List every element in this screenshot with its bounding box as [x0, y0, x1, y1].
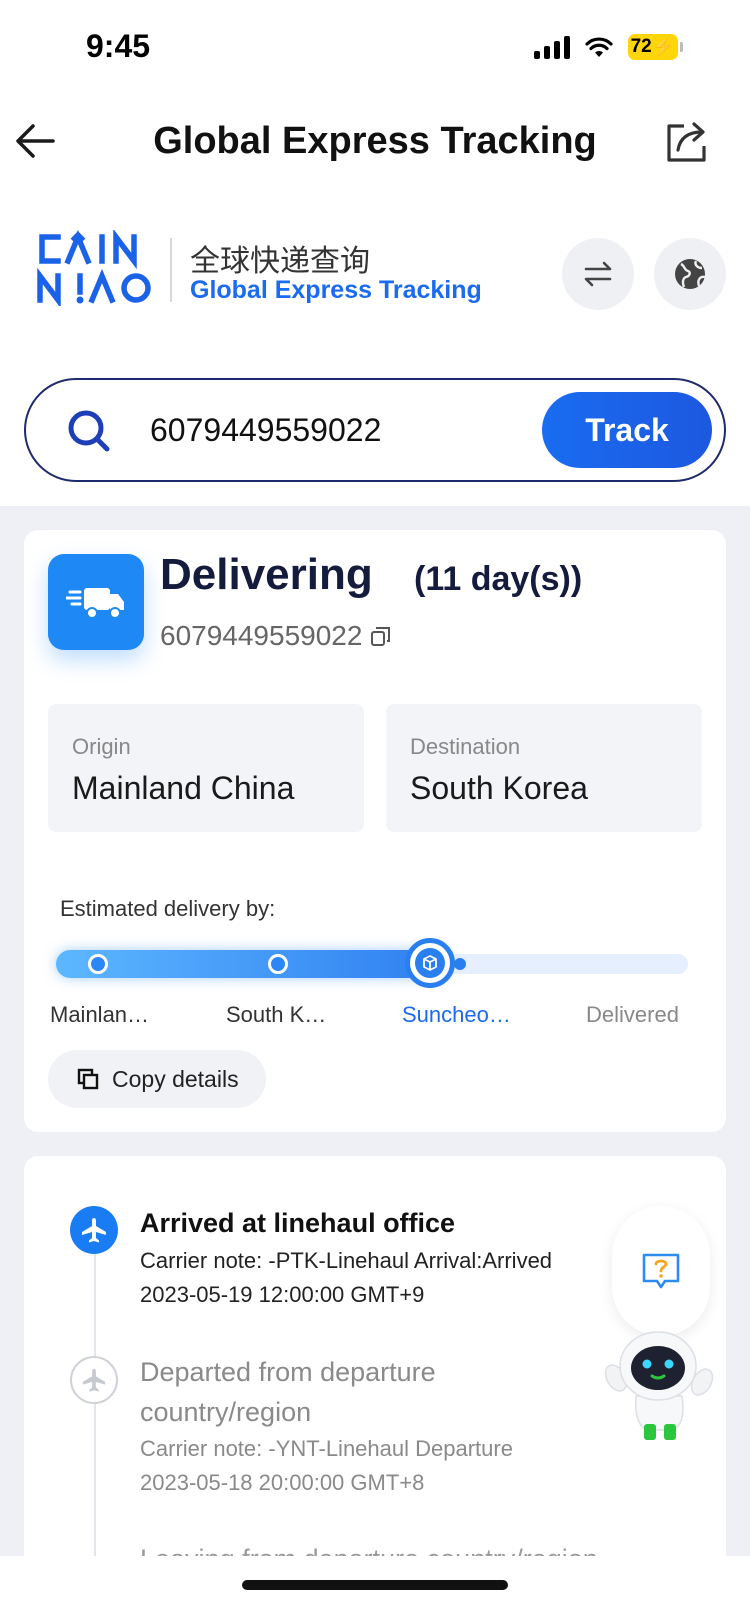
nav-header: Global Express Tracking	[0, 100, 750, 190]
brand-divider	[170, 238, 172, 302]
help-button[interactable]	[612, 1206, 710, 1336]
tracking-search-box[interactable]: 6079449559022 Track	[24, 378, 726, 482]
timeline-event-title-cont: country/region	[140, 1397, 312, 1427]
track-button[interactable]: Track	[542, 392, 712, 468]
copy-details-button[interactable]: Copy details	[48, 1050, 266, 1108]
shipment-progress-bar	[48, 934, 712, 994]
cainiao-logo	[37, 230, 151, 306]
shipment-status: Delivering	[160, 550, 373, 599]
home-bar-area	[0, 1556, 750, 1624]
battery-indicator: 72 ⚡	[628, 34, 683, 60]
tracking-number-input[interactable]: 6079449559022	[150, 412, 381, 449]
language-button[interactable]	[654, 238, 726, 310]
progress-fill	[56, 950, 448, 978]
package-icon	[415, 948, 445, 978]
tracking-number: 6079449559022	[160, 620, 363, 651]
copy-details-label: Copy details	[112, 1065, 239, 1092]
stage-label-transit: South K…	[226, 1002, 327, 1027]
timeline-event-title: Departed from departure	[140, 1357, 436, 1387]
destination-value: South Korea	[410, 770, 588, 806]
origin-label: Origin	[72, 734, 131, 759]
brand-title-en: Global Express Tracking	[190, 276, 482, 304]
origin-value: Mainland China	[72, 770, 295, 806]
progress-dot-current	[405, 938, 455, 988]
share-button[interactable]	[662, 116, 712, 166]
destination-box: Destination South Korea	[386, 704, 702, 832]
timeline-event-note: Carrier note: -YNT-Linehaul Departure	[140, 1436, 513, 1461]
timeline-event-icon-past	[70, 1356, 118, 1404]
plane-icon	[82, 1368, 106, 1392]
timeline-event-time: 2023-05-19 12:00:00 GMT+9	[140, 1282, 425, 1307]
swap-arrows-icon	[584, 261, 612, 287]
copy-icon[interactable]	[370, 625, 392, 647]
help-chat-icon	[642, 1253, 680, 1289]
plane-icon	[82, 1218, 106, 1243]
brand-title-cn: 全球快递查询	[190, 244, 370, 279]
charging-bolt-icon: ⚡	[651, 37, 676, 58]
transit-days: (11 day(s))	[414, 560, 583, 598]
timeline-event-icon-active	[70, 1206, 118, 1254]
shipment-summary-card: Delivering (11 day(s)) 6079449559022 Ori…	[24, 530, 726, 1132]
assistant-robot-mascot[interactable]	[598, 1326, 720, 1448]
status-icons: 72 ⚡	[534, 34, 683, 60]
timeline-event-time: 2023-05-18 20:00:00 GMT+8	[140, 1470, 425, 1495]
wifi-icon	[585, 37, 613, 57]
delivery-truck-icon	[66, 588, 124, 619]
origin-box: Origin Mainland China	[48, 704, 364, 832]
timeline-event-title: Arrived at linehaul office	[140, 1208, 456, 1238]
battery-level: 72	[630, 36, 652, 57]
tracking-number-row: 6079449559022	[160, 620, 392, 652]
destination-label: Destination	[410, 734, 521, 759]
progress-dot-next	[454, 958, 466, 970]
progress-dot-origin	[88, 954, 108, 974]
home-indicator[interactable]	[242, 1580, 508, 1590]
status-icon-tile	[48, 554, 144, 650]
globe-icon	[675, 259, 706, 289]
status-time: 9:45	[86, 28, 151, 64]
share-icon	[667, 122, 706, 162]
copy-icon	[77, 1068, 99, 1090]
page-title: Global Express Tracking	[153, 120, 597, 162]
stage-label-delivered: Delivered	[586, 1002, 679, 1027]
status-bar: 9:45 72 ⚡	[0, 0, 750, 100]
stage-label-current: Suncheo…	[402, 1002, 511, 1027]
cellular-signal-icon	[534, 35, 570, 59]
progress-dot-transit	[268, 954, 288, 974]
search-icon	[68, 410, 110, 452]
timeline-event-note: Carrier note: -PTK-Linehaul Arrival:Arri…	[140, 1248, 553, 1273]
estimated-delivery-label: Estimated delivery by:	[60, 896, 276, 921]
swap-button[interactable]	[562, 238, 634, 310]
brand-row: 全球快递查询 Global Express Tracking	[36, 230, 726, 310]
stage-label-origin: Mainlan…	[50, 1002, 150, 1027]
